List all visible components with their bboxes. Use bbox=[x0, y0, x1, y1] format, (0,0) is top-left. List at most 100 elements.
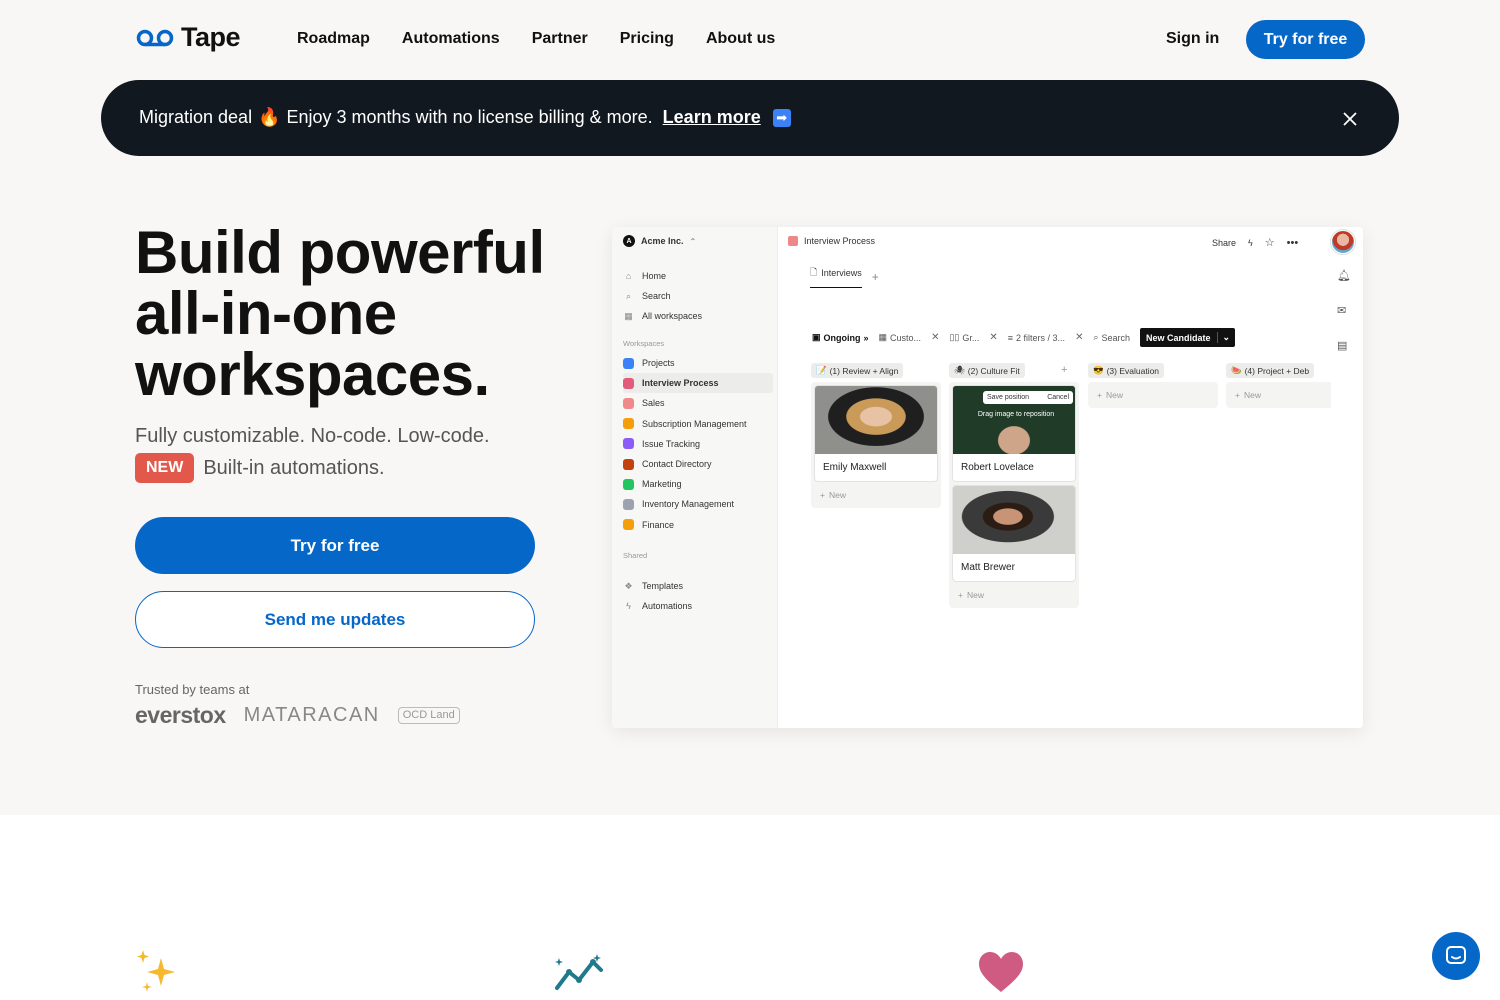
headline-line-3: workspaces. bbox=[135, 341, 490, 408]
more-icon[interactable]: ••• bbox=[1287, 237, 1299, 249]
columns-icon: ▯▯ bbox=[949, 332, 960, 342]
board-column: 😎 (3) Evaluation + New bbox=[1088, 363, 1218, 408]
banner-text: Migration deal 🔥 Enjoy 3 months with no … bbox=[139, 107, 791, 128]
headline-line-1: Build powerful bbox=[135, 219, 545, 286]
share-button[interactable]: Share bbox=[1212, 238, 1236, 248]
sidebar-item-workspace[interactable]: Subscription Management bbox=[623, 414, 773, 434]
column-header[interactable]: 📝 (1) Review + Align bbox=[811, 363, 904, 378]
add-card-icon[interactable]: + bbox=[1061, 364, 1067, 376]
calendar-icon[interactable]: ▤ bbox=[1337, 339, 1351, 352]
board-column: 🍉 (4) Project + Deb + New bbox=[1226, 363, 1331, 408]
user-avatar[interactable] bbox=[1331, 230, 1355, 254]
tape-logo[interactable]: Tape bbox=[135, 22, 241, 53]
column-title: (4) Project + Deb bbox=[1244, 365, 1310, 376]
sidebar-item-home[interactable]: ⌂ Home bbox=[623, 266, 702, 286]
sidebar-item-workspace[interactable]: Projects bbox=[623, 353, 773, 373]
new-label: New bbox=[1105, 390, 1123, 400]
lightning-icon[interactable]: ϟ bbox=[1248, 238, 1253, 248]
fields-filter[interactable]: ▦ Custo... bbox=[879, 332, 922, 343]
workspace-icon bbox=[623, 498, 634, 510]
try-free-button[interactable]: Try for free bbox=[135, 517, 535, 574]
sign-in-link[interactable]: Sign in bbox=[1166, 30, 1219, 48]
workspace-name: Acme Inc. bbox=[641, 236, 684, 246]
sidebar-item-label: Interview Process bbox=[642, 378, 719, 389]
bell-icon[interactable]: 🔔︎ bbox=[1337, 269, 1351, 282]
shared-list: ❖ Templates ϟ Automations bbox=[623, 576, 692, 616]
sidebar-item-all-workspaces[interactable]: ▦ All workspaces bbox=[623, 306, 702, 326]
add-new-card[interactable]: + New bbox=[1229, 385, 1331, 405]
group-filter[interactable]: ▯▯ Gr... bbox=[949, 332, 979, 343]
sidebar-item-label: Contact Directory bbox=[642, 459, 712, 470]
sidebar-item-workspace[interactable]: Contact Directory bbox=[623, 454, 773, 474]
nav-link-about[interactable]: About us bbox=[706, 30, 775, 48]
candidate-card[interactable]: Save position Cancel Drag image to repos… bbox=[952, 385, 1076, 482]
close-icon[interactable] bbox=[1341, 110, 1359, 128]
column-emoji: 📝 bbox=[816, 365, 827, 375]
nav-links: Roadmap Automations Partner Pricing Abou… bbox=[297, 30, 775, 48]
sidebar-item-automations[interactable]: ϟ Automations bbox=[623, 596, 692, 616]
save-position-button[interactable]: Save position bbox=[987, 394, 1029, 401]
hero-subtitle: Fully customizable. No-code. Low-code. bbox=[135, 425, 490, 447]
hero-automations-line: NEW Built-in automations. bbox=[135, 453, 385, 483]
chevron-down-icon[interactable]: ⌄ bbox=[1216, 332, 1236, 343]
app-screenshot: A Acme Inc. ⌃ ⌂ Home ⌕ Search ▦ All workspa… bbox=[612, 227, 1363, 728]
cancel-button[interactable]: Cancel bbox=[1047, 394, 1069, 401]
sidebar-item-workspace[interactable]: Inventory Management bbox=[623, 494, 773, 514]
board-search[interactable]: ⌕ Search bbox=[1093, 332, 1130, 343]
clear-fields-icon[interactable]: ✕ bbox=[931, 332, 939, 343]
sidebar-item-templates[interactable]: ❖ Templates bbox=[623, 576, 692, 596]
mail-icon[interactable]: ✉ bbox=[1337, 304, 1351, 317]
candidate-name: Emily Maxwell bbox=[823, 462, 887, 473]
nav-link-roadmap[interactable]: Roadmap bbox=[297, 30, 370, 48]
star-icon[interactable]: ☆ bbox=[1265, 236, 1275, 249]
sidebar-item-workspace[interactable]: Marketing bbox=[623, 474, 773, 494]
sidebar-item-label: Finance bbox=[642, 519, 675, 530]
clear-filters-icon[interactable]: ✕ bbox=[1075, 332, 1083, 343]
add-tab-icon[interactable]: + bbox=[872, 270, 879, 284]
logo-text: Tape bbox=[181, 22, 241, 52]
sidebar-item-workspace[interactable]: Issue Tracking bbox=[623, 434, 773, 454]
column-header[interactable]: 😎 (3) Evaluation bbox=[1088, 363, 1165, 378]
nav-link-partner[interactable]: Partner bbox=[532, 30, 588, 48]
nav-link-pricing[interactable]: Pricing bbox=[620, 30, 674, 48]
board-column: 📝 (1) Review + Align Emily Maxwell + New bbox=[811, 363, 941, 508]
sidebar-item-workspace[interactable]: Finance bbox=[623, 515, 773, 535]
send-updates-button[interactable]: Send me updates bbox=[135, 591, 535, 648]
column-header[interactable]: 🕷 (2) Culture Fit bbox=[949, 363, 1025, 378]
everstox-logo: everstox bbox=[135, 702, 226, 728]
nav-link-automations[interactable]: Automations bbox=[402, 30, 500, 48]
add-new-card[interactable]: + New bbox=[952, 585, 1076, 605]
document-icon: 🗋 bbox=[810, 267, 818, 277]
candidate-photo bbox=[953, 486, 1075, 554]
sidebar-item-workspace[interactable]: Interview Process bbox=[623, 373, 773, 394]
column-body: Emily Maxwell + New bbox=[811, 382, 941, 508]
clear-group-icon[interactable]: ✕ bbox=[989, 332, 997, 343]
sidebar-item-label: Templates bbox=[642, 581, 684, 591]
breadcrumb-title: Interview Process bbox=[804, 236, 876, 246]
workspace-icon bbox=[623, 377, 634, 389]
hero-headline: Build powerful all-in-one workspaces. bbox=[135, 222, 545, 405]
workspace-switcher[interactable]: A Acme Inc. ⌃ bbox=[623, 235, 696, 247]
new-label: New bbox=[966, 590, 984, 600]
sidebar-item-search[interactable]: ⌕ Search bbox=[623, 286, 702, 306]
nav-try-free-button[interactable]: Try for free bbox=[1246, 20, 1365, 59]
view-selector[interactable]: ▣ Ongoing» bbox=[812, 332, 869, 343]
candidate-card[interactable]: Emily Maxwell bbox=[814, 385, 938, 482]
learn-more-link[interactable]: Learn more bbox=[663, 107, 761, 128]
lightning-icon: ϟ bbox=[626, 601, 631, 611]
chat-launcher-button[interactable] bbox=[1432, 932, 1480, 980]
banner-deal: Migration deal bbox=[139, 107, 253, 127]
mataracan-logo: MATARACAN bbox=[243, 704, 380, 726]
column-header[interactable]: 🍉 (4) Project + Deb bbox=[1226, 363, 1315, 378]
breadcrumb[interactable]: Interview Process bbox=[788, 236, 875, 246]
candidate-card[interactable]: Matt Brewer bbox=[952, 485, 1076, 582]
add-new-card[interactable]: + New bbox=[1091, 385, 1215, 405]
sidebar-item-workspace[interactable]: Sales bbox=[623, 393, 773, 413]
column-emoji: 🕷 bbox=[954, 365, 965, 375]
fire-icon: 🔥 bbox=[258, 107, 281, 127]
filters-button[interactable]: ≡ 2 filters / 3... bbox=[1008, 333, 1065, 343]
add-new-card[interactable]: + New bbox=[814, 485, 938, 505]
new-label: New bbox=[1243, 390, 1261, 400]
tab-interviews[interactable]: 🗋 Interviews bbox=[810, 265, 862, 288]
new-candidate-button[interactable]: New Candidate ⌄ bbox=[1140, 328, 1236, 347]
